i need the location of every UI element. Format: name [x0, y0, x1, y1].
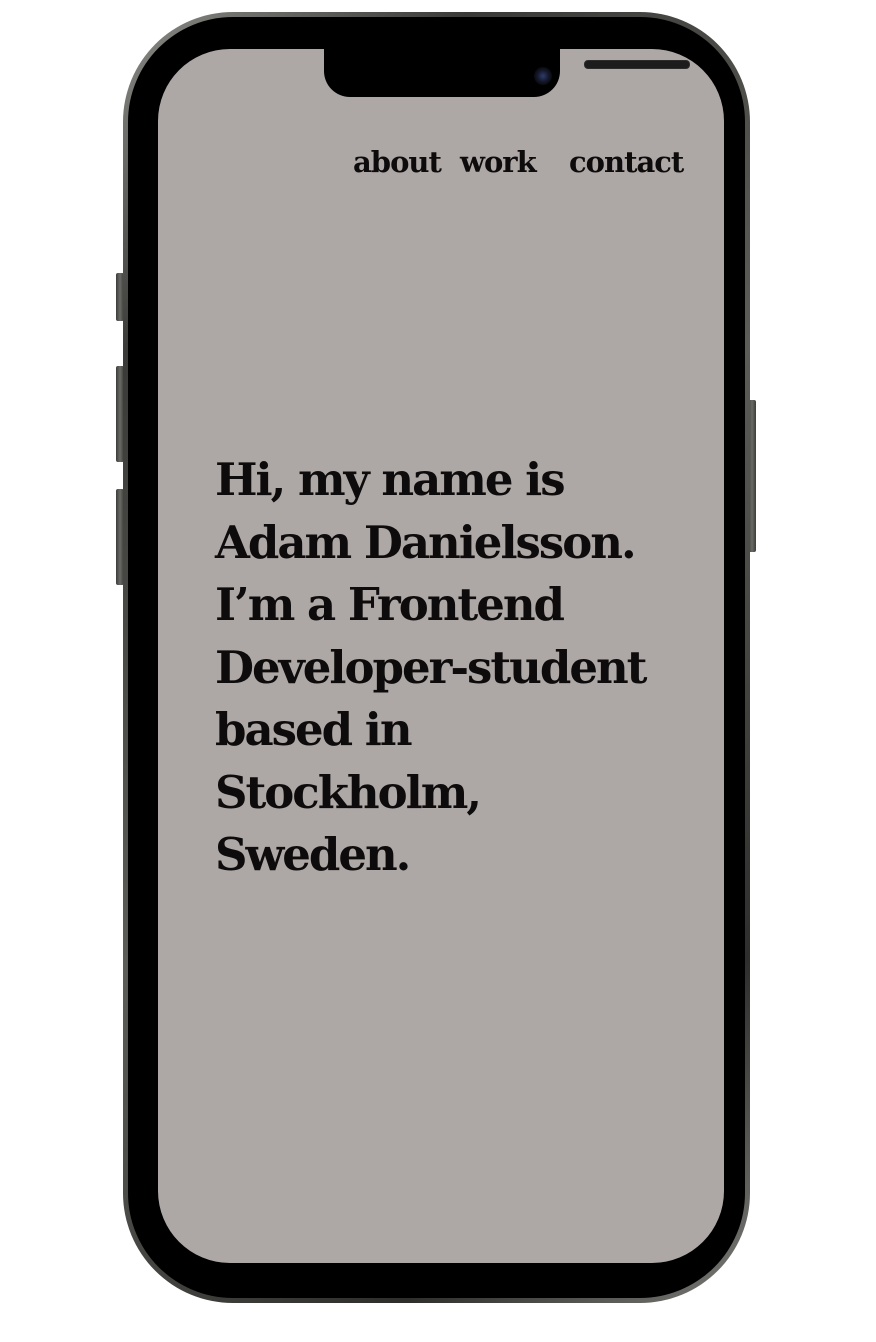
camera-icon — [534, 67, 552, 85]
hero-intro-text: Hi, my name is Adam Danielsson. I’m a Fr… — [215, 453, 647, 881]
nav-link-about[interactable]: about — [353, 145, 442, 179]
device-mockup: about work contact Hi, my name is Adam D… — [0, 0, 876, 1342]
notch — [324, 49, 690, 97]
nav-link-contact[interactable]: contact — [569, 145, 684, 179]
speaker-grille — [584, 60, 690, 69]
main-nav: about work contact — [158, 145, 724, 189]
nav-link-work[interactable]: work — [460, 145, 537, 179]
phone-bezel: about work contact Hi, my name is Adam D… — [128, 17, 745, 1298]
phone-screen: about work contact Hi, my name is Adam D… — [158, 49, 724, 1263]
phone-frame: about work contact Hi, my name is Adam D… — [123, 12, 750, 1303]
